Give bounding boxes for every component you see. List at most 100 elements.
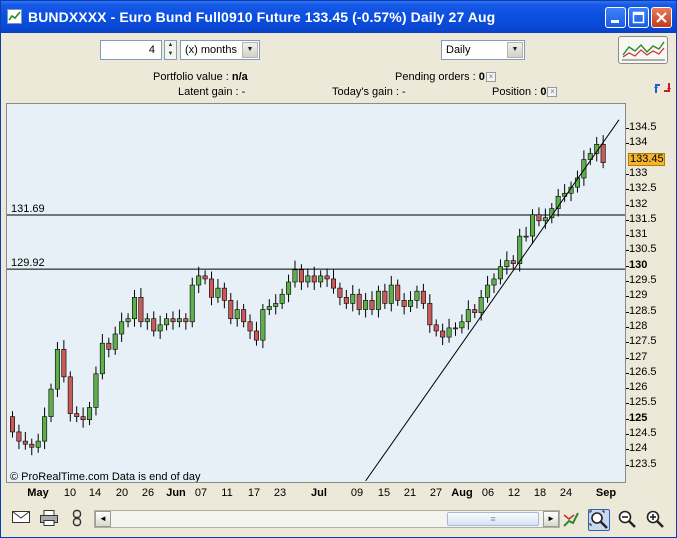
candle-down [510, 260, 516, 264]
y-tick-label: 128 [629, 319, 648, 332]
scroll-thumb[interactable]: ≡ [447, 512, 539, 526]
close-button[interactable] [651, 7, 672, 28]
candle-down [80, 416, 86, 421]
candle-up [144, 318, 150, 323]
candle-up [497, 266, 503, 280]
chart-style-button[interactable] [618, 36, 668, 64]
candle-up [485, 284, 491, 298]
candle-down [433, 324, 439, 332]
candle-down [472, 309, 478, 313]
todays-gain: Today's gain : - [332, 86, 406, 98]
y-tick-label: 130.5 [629, 243, 657, 256]
zoom-out-icon[interactable] [616, 509, 638, 531]
close-icon[interactable]: × [485, 72, 496, 83]
candle-up [318, 275, 324, 283]
candle-up [388, 284, 394, 304]
candle-down [61, 349, 67, 378]
y-tick-label: 129.5 [629, 274, 657, 286]
maximize-button[interactable] [628, 7, 649, 28]
window-title: BUNDXXXX - Euro Bund Full0910 Future 133… [28, 9, 496, 25]
email-icon[interactable] [10, 509, 32, 531]
candle-down [228, 300, 234, 320]
drawing-tools-icon[interactable] [560, 509, 582, 531]
latent-gain: Latent gain : - [178, 86, 246, 98]
candle-up [446, 327, 452, 338]
candle-up [112, 333, 118, 350]
candle-down [67, 376, 73, 414]
scroll-left-button[interactable]: ◄ [95, 511, 111, 527]
y-tick-label: 132.5 [629, 182, 657, 195]
candle-up [157, 324, 163, 332]
candle-up [286, 281, 292, 295]
price-axis: 134.5 134 133 132.5 132 131.5 131 130.5 130 129.5… [626, 103, 674, 483]
chart-scrollbar[interactable]: ◄ ≡ ► [94, 510, 560, 528]
candle-down [253, 330, 259, 341]
y-tick-label: 129 [629, 289, 648, 302]
y-tick-label: 131.5 [629, 212, 657, 225]
period-unit-select[interactable]: (x) months ▼ [180, 40, 260, 60]
candle-down [324, 275, 330, 280]
x-tick-label: 10 [63, 487, 77, 499]
y-tick-label: 126 [629, 381, 648, 394]
candle-down [382, 290, 388, 304]
close-icon[interactable]: × [547, 87, 558, 98]
interval-select[interactable]: Daily ▼ [441, 40, 525, 60]
candle-up [504, 260, 510, 268]
scroll-right-button[interactable]: ► [543, 511, 559, 527]
x-tick-label: 21 [403, 487, 417, 499]
app-icon [7, 9, 22, 24]
link-icon[interactable] [66, 509, 88, 531]
y-tick-label: 133 [629, 166, 648, 179]
zoom-fit-icon[interactable] [588, 509, 610, 531]
minimize-button[interactable] [605, 7, 626, 28]
candle-down [9, 416, 16, 433]
y-tick-label: 128.5 [629, 304, 657, 317]
candle-up [581, 159, 587, 179]
printer-icon[interactable] [38, 509, 60, 531]
period-spinner[interactable]: ▲ ▼ [164, 40, 177, 60]
y-tick-label: 131 [629, 228, 648, 241]
candle-up [459, 321, 465, 329]
x-tick-label: 09 [350, 487, 364, 499]
y-tick-label: 123.5 [629, 457, 657, 470]
y-tick-label: 126.5 [629, 365, 657, 378]
x-tick-label: Jun [166, 487, 186, 499]
price-chart[interactable]: 131.69 129.92 © ProRealTime.com Data is en… [6, 103, 626, 483]
x-tick-label: 14 [88, 487, 102, 499]
x-tick-label: 15 [377, 487, 391, 499]
candle-up [414, 290, 420, 301]
candle-down [369, 300, 375, 310]
candle-down [209, 278, 215, 298]
candle-down [241, 309, 247, 323]
candle-up [350, 293, 356, 304]
y-tick-label: 132 [629, 197, 648, 210]
y-tick-label: 130 [629, 258, 648, 271]
zoom-in-icon[interactable] [644, 509, 666, 531]
candle-down [311, 275, 317, 283]
x-tick-label: 27 [429, 487, 443, 499]
candle-up [478, 297, 484, 313]
x-tick-label: 07 [194, 487, 208, 499]
x-tick-label: Jul [311, 487, 327, 499]
candle-up [491, 278, 497, 286]
x-tick-label: 06 [481, 487, 495, 499]
period-unit-value: (x) months [185, 44, 237, 56]
y-tick-label: 124 [629, 442, 648, 455]
period-count-input[interactable]: 4 [100, 40, 162, 60]
toolbar: 4 ▲ ▼ (x) months ▼ Daily ▼ [4, 33, 674, 67]
y-tick-label: 125.5 [629, 396, 657, 409]
portfolio-value: Portfolio value : n/a [153, 71, 248, 83]
x-tick-label: 26 [141, 487, 155, 499]
candle-up [93, 373, 99, 408]
candle-down [330, 278, 336, 289]
candle-up [176, 318, 182, 323]
candle-up [530, 214, 536, 237]
x-tick-label: 24 [559, 487, 573, 499]
candle-up [196, 275, 202, 286]
title-bar[interactable]: BUNDXXXX - Euro Bund Full0910 Future 133… [1, 1, 676, 33]
x-tick-label: 18 [533, 487, 547, 499]
candle-down [151, 318, 157, 332]
candle-down [420, 290, 426, 304]
swap-arrows-icon[interactable] [652, 79, 674, 97]
position: Position : 0 × [492, 86, 558, 98]
